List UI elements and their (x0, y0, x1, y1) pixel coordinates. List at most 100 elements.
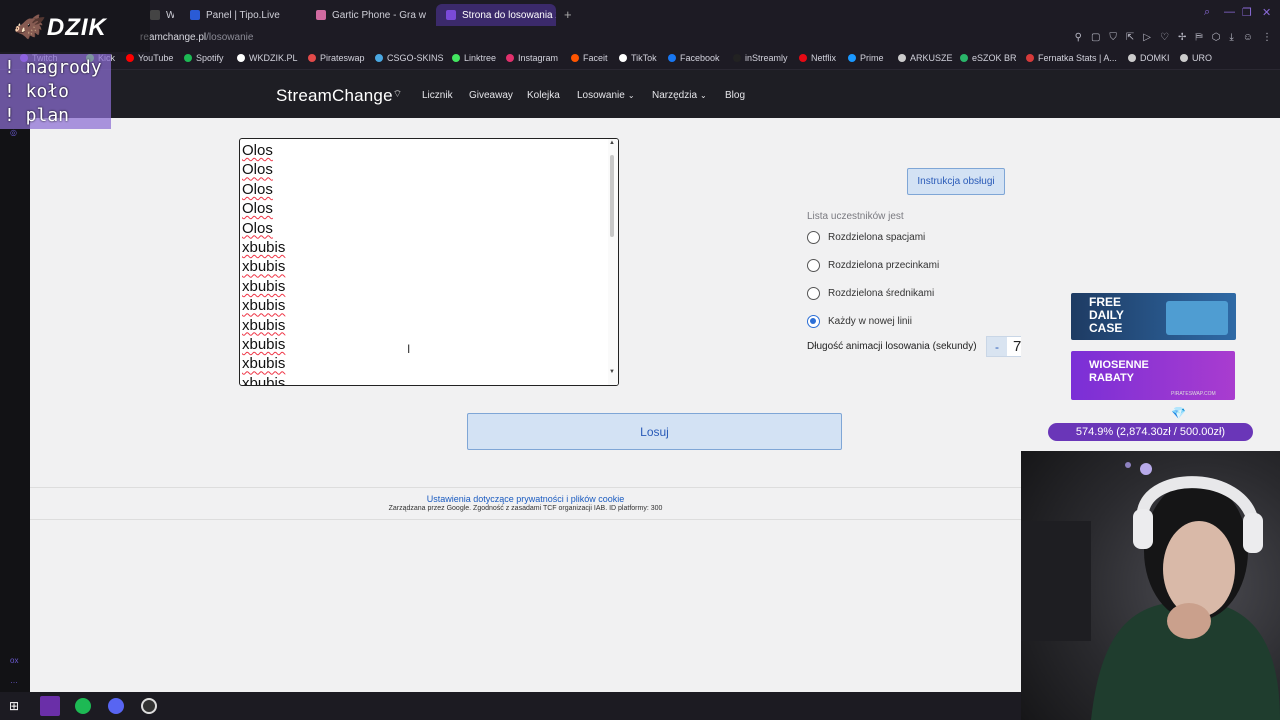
bookmark-item[interactable]: URO (1180, 53, 1212, 63)
radio-button[interactable] (807, 287, 820, 300)
bookmark-label: Faceit (583, 53, 608, 63)
gem-icon: 💎 (1171, 406, 1186, 420)
participant-line: xbubis (242, 336, 286, 354)
scrollbar-thumb[interactable] (610, 155, 614, 237)
bookmark-label: CSGO-SKINS (387, 53, 444, 63)
chat-commands-overlay: ! nagrody ! koło ! plan (0, 54, 111, 129)
puzzle-icon[interactable]: ⬡ (1212, 32, 1221, 43)
nav-licznik[interactable]: Licznik (422, 90, 453, 101)
list-format-option[interactable]: Każdy w nowej linii (807, 315, 912, 328)
donation-goal-bar: 574.9% (2,874.30zł / 500.00zł) (1048, 423, 1253, 441)
nav-narzedzia[interactable]: Narzędzia ⌄ (652, 90, 707, 101)
radio-button[interactable] (807, 315, 820, 328)
browser-sidebar: ◎ ox … (0, 70, 30, 692)
bookmark-label: YouTube (138, 53, 174, 63)
bookmark-item[interactable]: inStreamly (733, 53, 788, 63)
bookmark-favicon-icon (126, 54, 134, 62)
stream-logo-overlay: 🐗 DZIK (0, 0, 150, 52)
scroll-down-icon[interactable]: ▼ (609, 369, 615, 375)
radio-button[interactable] (807, 231, 820, 244)
download-icon[interactable]: ⤓ (1229, 32, 1233, 43)
participants-list: Olos Olos Olos Olos Olos xbubis xbubis xbubis xb… (242, 141, 286, 385)
spotify-taskbar-icon[interactable] (75, 698, 91, 714)
bookmark-item[interactable]: WKDZIK.PL (237, 53, 298, 63)
ad2-site: PIRATESWAP.COM (1171, 391, 1216, 397)
bookmark-item[interactable]: Netflix (799, 53, 836, 63)
bookmark-label: Facebook (680, 53, 720, 63)
bookmark-item[interactable]: eSZOK BR (960, 53, 1017, 63)
bookmark-item[interactable]: Faceit (571, 53, 608, 63)
list-format-option[interactable]: Rozdzielona średnikami (807, 287, 934, 300)
more-icon[interactable]: … (10, 676, 18, 685)
profile-icon[interactable]: ☺ (1243, 32, 1253, 43)
bookmark-item[interactable]: Linktree (452, 53, 496, 63)
shield-icon[interactable]: ⛉ (1109, 32, 1117, 43)
participants-textarea[interactable]: Olos Olos Olos Olos Olos xbubis xbubis xbubis xb… (239, 138, 619, 386)
nav-blog[interactable]: Blog (725, 90, 745, 101)
bookmark-favicon-icon (799, 54, 807, 62)
maximize-icon[interactable]: ❐ (1242, 6, 1252, 19)
sidebar-icon[interactable]: ox (10, 656, 18, 665)
heart-icon[interactable]: ♡ (1160, 32, 1169, 43)
command-kolo: ! koło (4, 81, 70, 102)
list-format-option[interactable]: Rozdzielona przecinkami (807, 259, 939, 272)
instructions-button[interactable]: Instrukcja obsługi (907, 168, 1005, 195)
bookmark-item[interactable]: Pirateswap (308, 53, 365, 63)
bookmark-item[interactable]: Fernatka Stats | A... (1026, 53, 1117, 63)
browser-tab[interactable]: Panel | Tipo.Live (180, 4, 296, 26)
radio-label: Rozdzielona spacjami (828, 232, 926, 243)
windows-start-icon[interactable]: ⊞ (9, 699, 25, 715)
bookmark-item[interactable]: Prime (848, 53, 884, 63)
bookmark-item[interactable]: TikTok (619, 53, 657, 63)
obs-taskbar-icon[interactable] (141, 698, 157, 714)
url-field[interactable]: reamchange.pl/losowanie (140, 32, 253, 43)
decrement-button[interactable]: - (987, 337, 1007, 356)
bookmark-favicon-icon (237, 54, 245, 62)
textarea-scrollbar[interactable]: ▲ ▼ (608, 139, 618, 385)
nav-kolejka[interactable]: Kolejka (527, 90, 560, 101)
pin-icon[interactable]: ⚲ (1075, 32, 1082, 43)
share-icon[interactable]: ⇱ (1126, 32, 1134, 43)
bookmark-item[interactable]: CSGO-SKINS (375, 53, 444, 63)
new-tab-button[interactable]: + (564, 7, 572, 22)
radio-label: Każdy w nowej linii (828, 316, 912, 327)
address-bar: reamchange.pl/losowanie ⚲ ▢ ⛉ ⇱ ▷ ♡ ✢ ⛿ … (0, 30, 1280, 48)
browser-taskbar-icon[interactable] (40, 696, 60, 716)
bookmark-item[interactable]: YouTube (126, 53, 173, 63)
minimize-icon[interactable]: — (1224, 6, 1235, 18)
bookmark-item[interactable]: DOMKI (1128, 53, 1170, 63)
play-icon[interactable]: ▷ (1143, 32, 1151, 43)
cookie-settings-link[interactable]: Ustawienia dotyczące prywatności i plikó… (30, 494, 1021, 504)
participant-line: xbubis (242, 297, 286, 315)
search-icon[interactable]: ⌕ (1204, 6, 1210, 19)
tab-label: Strona do losowania zwyc (462, 9, 556, 21)
nav-losowanie[interactable]: Losowanie ⌄ (577, 90, 635, 101)
bookmarks-bar: TwitchKickYouTubeSpotifyWKDZIK.PLPirates… (0, 48, 1280, 70)
command-plan: ! plan (4, 105, 70, 126)
nav-giveaway[interactable]: Giveaway (469, 90, 513, 101)
bookmark-item[interactable]: Spotify (184, 53, 224, 63)
draw-button[interactable]: Losuj (467, 413, 842, 450)
radio-button[interactable] (807, 259, 820, 272)
close-icon[interactable]: ✕ (1262, 6, 1271, 19)
discord-taskbar-icon[interactable] (108, 698, 124, 714)
list-format-option[interactable]: Rozdzielona spacjami (807, 231, 925, 244)
extension-icon[interactable]: ✢ (1178, 32, 1186, 43)
free-daily-case-ad: FREE DAILY CASE (1071, 293, 1236, 340)
browser-tab[interactable]: Strona do losowania zwyc (436, 4, 556, 26)
menu-icon[interactable]: ⋮ (1262, 32, 1272, 43)
bookmark-icon[interactable]: ⛿ (1195, 32, 1202, 43)
screenshot-icon[interactable]: ▢ (1091, 32, 1100, 43)
bookmark-label: TikTok (631, 53, 657, 63)
participant-line: xbubis (242, 239, 286, 257)
bookmark-label: Pirateswap (320, 53, 365, 63)
browser-tab[interactable]: Gartic Phone - Gra w głuc (306, 4, 426, 26)
bookmark-label: Netflix (811, 53, 837, 63)
bookmark-item[interactable]: Instagram (506, 53, 558, 63)
participant-line: Olos (242, 180, 273, 198)
bookmark-item[interactable]: Facebook (668, 53, 720, 63)
scroll-up-icon[interactable]: ▲ (609, 140, 615, 146)
site-logo[interactable]: StreamChange⌔ (276, 86, 402, 106)
bookmark-item[interactable]: ARKUSZE (898, 53, 953, 63)
instagram-icon[interactable]: ◎ (10, 128, 17, 137)
